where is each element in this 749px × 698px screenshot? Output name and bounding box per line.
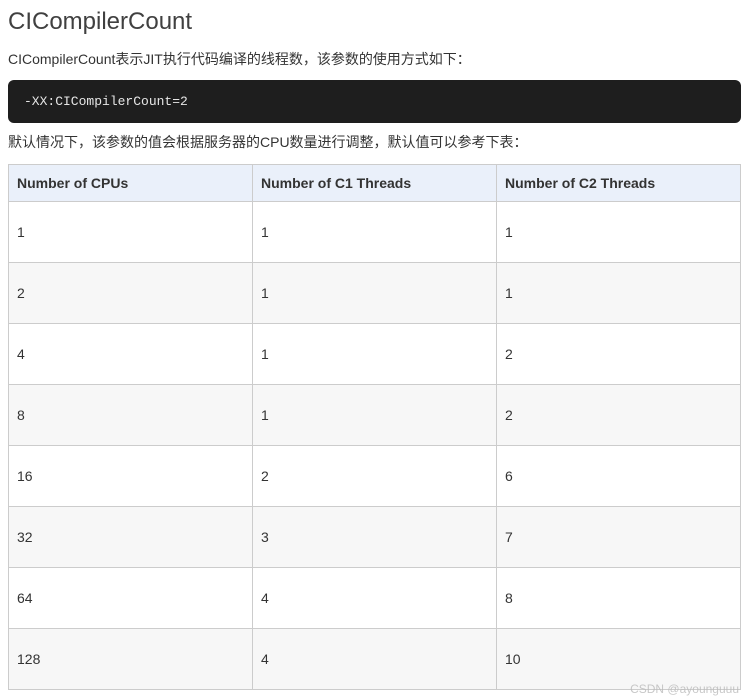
cell-c1: 4: [253, 567, 497, 628]
cell-cpus: 32: [9, 506, 253, 567]
cell-c2: 2: [497, 323, 741, 384]
cell-cpus: 16: [9, 445, 253, 506]
cell-c2: 1: [497, 201, 741, 262]
table-header-c2: Number of C2 Threads: [497, 164, 741, 201]
code-block: -XX:CICompilerCount=2: [8, 80, 741, 123]
cell-c2: 8: [497, 567, 741, 628]
table-intro-text: 默认情况下，该参数的值会根据服务器的CPU数量进行调整，默认值可以参考下表：: [8, 131, 741, 153]
table-header-c1: Number of C1 Threads: [253, 164, 497, 201]
cell-c1: 1: [253, 323, 497, 384]
cpu-thread-table: Number of CPUs Number of C1 Threads Numb…: [8, 164, 741, 690]
page-title: CICompilerCount: [8, 8, 741, 36]
table-row: 128 4 10: [9, 628, 741, 689]
table-header-cpus: Number of CPUs: [9, 164, 253, 201]
table-row: 4 1 2: [9, 323, 741, 384]
table-row: 64 4 8: [9, 567, 741, 628]
cell-c1: 1: [253, 262, 497, 323]
cell-cpus: 4: [9, 323, 253, 384]
table-row: 8 1 2: [9, 384, 741, 445]
cell-c1: 3: [253, 506, 497, 567]
cell-cpus: 8: [9, 384, 253, 445]
table-row: 32 3 7: [9, 506, 741, 567]
table-row: 16 2 6: [9, 445, 741, 506]
cell-c2: 6: [497, 445, 741, 506]
table-row: 2 1 1: [9, 262, 741, 323]
table-row: 1 1 1: [9, 201, 741, 262]
cell-cpus: 128: [9, 628, 253, 689]
cell-c1: 2: [253, 445, 497, 506]
cell-c2: 7: [497, 506, 741, 567]
cell-c1: 1: [253, 384, 497, 445]
intro-text: CICompilerCount表示JIT执行代码编译的线程数，该参数的使用方式如…: [8, 48, 741, 70]
table-body: 1 1 1 2 1 1 4 1 2 8 1 2 16 2 6 32 3 7: [9, 201, 741, 689]
cell-cpus: 1: [9, 201, 253, 262]
cell-c2: 10: [497, 628, 741, 689]
cell-cpus: 2: [9, 262, 253, 323]
cell-cpus: 64: [9, 567, 253, 628]
cell-c1: 1: [253, 201, 497, 262]
cell-c2: 2: [497, 384, 741, 445]
cell-c1: 4: [253, 628, 497, 689]
cell-c2: 1: [497, 262, 741, 323]
